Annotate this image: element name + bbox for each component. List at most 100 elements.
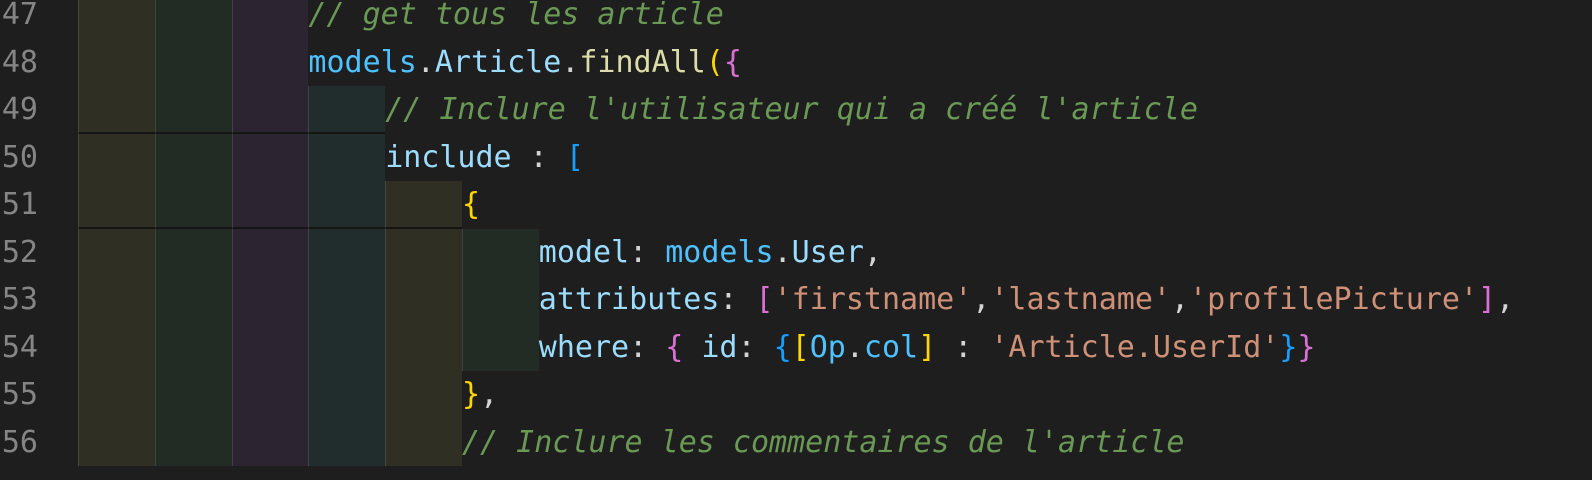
code-line[interactable]: 49 // Inclure l'utilisateur qui a créé l'… <box>0 86 1592 134</box>
indent-guide <box>308 276 386 324</box>
indent-guide <box>231 228 309 276</box>
code-token: { <box>462 187 481 222</box>
line-number: 48 <box>1 44 38 80</box>
code-token: 'profilePicture' <box>1189 282 1479 317</box>
code-token: findAll <box>579 44 706 80</box>
indent-guide <box>231 276 309 324</box>
indent-guide <box>78 276 155 324</box>
code-line[interactable]: 48 models.Article.findAll({ <box>0 38 1592 87</box>
code-text: models.Article.findAll({ <box>308 39 742 87</box>
indent-guide <box>154 276 232 324</box>
code-token: [ <box>565 139 584 175</box>
code-token: Op <box>809 329 846 365</box>
code-token: : <box>511 139 566 175</box>
indent-guide <box>308 86 386 134</box>
code-line[interactable]: 47 // get tous les article <box>0 0 1592 39</box>
code-text: // Inclure les commentaires de l'article <box>462 419 1184 467</box>
indent-guide <box>78 0 155 39</box>
code-line[interactable]: 53 attributes: ['firstname','lastname','p… <box>0 276 1592 324</box>
indent-guide <box>385 228 462 276</box>
code-text: // get tous les article <box>308 0 723 39</box>
code-line[interactable]: 55}, <box>0 371 1592 419</box>
comment: // Inclure les commentaires de l'article <box>462 424 1185 460</box>
indent-guide <box>231 181 309 229</box>
indent-guide <box>154 0 232 39</box>
indent-guide <box>231 38 309 86</box>
code-token: : <box>629 234 666 270</box>
code-token: , <box>480 377 499 412</box>
line-number: 55 <box>1 377 38 412</box>
code-token: models <box>665 234 774 270</box>
indent-guide <box>308 181 386 229</box>
code-line[interactable]: 56 // Inclure les commentaires de l'artic… <box>0 418 1592 467</box>
indent-guide <box>78 228 155 276</box>
indent-guide <box>308 228 386 276</box>
indent-guide <box>154 228 232 276</box>
code-token: } <box>1297 329 1316 365</box>
line-number: 47 <box>1 0 38 32</box>
indent-guide <box>231 418 309 466</box>
indent-guide <box>308 133 386 181</box>
indent-guide <box>154 323 232 371</box>
code-text: include : [ <box>385 134 584 182</box>
code-text: // Inclure l'utilisateur qui a créé l'ar… <box>385 86 1198 134</box>
code-token: { <box>723 44 742 80</box>
code-line[interactable]: 52 model: models.User, <box>0 228 1592 277</box>
indent-guide <box>231 133 309 181</box>
comment: // get tous les article <box>308 0 724 32</box>
code-token: . <box>561 44 580 80</box>
code-token: 'Article.UserId' <box>990 329 1280 365</box>
code-token: : <box>629 329 666 365</box>
line-number: 50 <box>1 139 38 175</box>
code-token: include <box>385 139 512 175</box>
code-line[interactable]: 50 include : [ <box>0 133 1592 182</box>
code-token: [ <box>791 329 810 365</box>
indent-guide <box>154 181 232 229</box>
indent-guide <box>385 181 462 229</box>
code-token: id <box>701 329 738 365</box>
line-number: 53 <box>1 282 38 317</box>
code-token: : <box>737 329 774 365</box>
code-token: col <box>863 329 919 365</box>
code-token: ( <box>705 44 724 80</box>
code-token: : <box>936 329 991 365</box>
code-token: : <box>719 282 756 317</box>
indent-guide <box>154 86 232 134</box>
indent-guide <box>78 86 155 134</box>
indent-guide <box>308 418 386 466</box>
code-token: where <box>538 329 630 365</box>
code-token: User <box>791 234 864 270</box>
code-token: . <box>845 329 864 365</box>
indent-guide <box>385 323 462 371</box>
code-text: attributes: ['firstname','lastname','pro… <box>539 276 1514 324</box>
indent-guide <box>462 228 539 276</box>
code-text: model: models.User, <box>539 229 882 277</box>
indent-guide <box>462 276 539 324</box>
indent-guide <box>308 371 386 419</box>
code-text: where: { id: {[Op.col] : 'Article.UserId… <box>539 324 1316 372</box>
code-text: { <box>462 181 480 229</box>
code-text: }, <box>462 371 498 419</box>
line-number: 56 <box>1 424 38 460</box>
line-number: 54 <box>1 329 38 365</box>
code-token: . <box>416 44 435 80</box>
indent-guide <box>78 371 155 419</box>
indent-guide <box>154 418 232 466</box>
code-token: model <box>538 234 630 270</box>
code-token: models <box>308 44 417 80</box>
line-number: 52 <box>1 234 38 270</box>
indent-guide <box>78 418 155 466</box>
code-editor[interactable]: 47// get tous les article 48 models.Articl… <box>0 0 1592 466</box>
code-token: Article <box>434 44 562 80</box>
code-token: } <box>462 377 481 412</box>
indent-guide <box>78 323 155 371</box>
indent-guide <box>78 38 155 86</box>
code-token: , <box>1170 282 1190 317</box>
code-line[interactable]: 54 where: { id: {[Op.col] : 'Article.User… <box>0 323 1592 372</box>
indent-guide <box>231 323 309 371</box>
indent-guide <box>154 371 232 419</box>
indent-guide <box>78 133 155 181</box>
code-line[interactable]: 51 { <box>0 181 1592 229</box>
code-token: , <box>972 282 991 317</box>
